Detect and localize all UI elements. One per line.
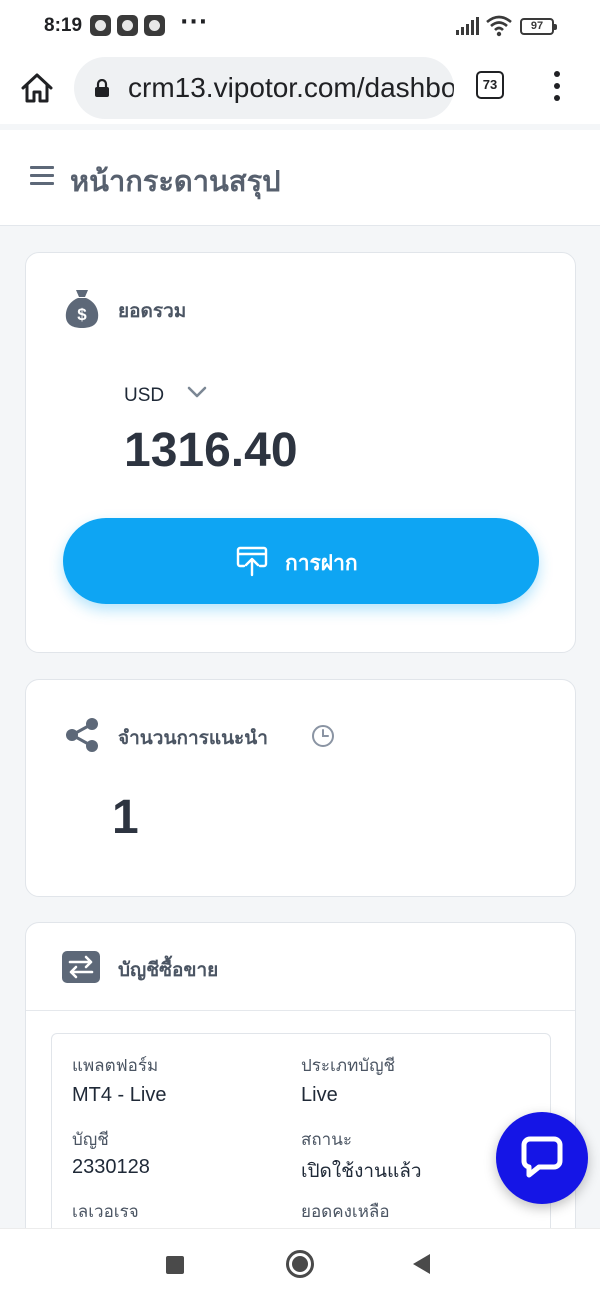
browser-toolbar: crm13.vipotor.com/dashboard 73 [0,54,600,124]
back-button[interactable] [413,1254,430,1274]
total-balance-card: $ ยอดรวม USD 1316.40 การฝาก [25,252,576,653]
home-icon[interactable] [18,69,56,107]
leverage-label: เลเวอเรจ [72,1202,139,1222]
browser-menu-icon[interactable] [548,71,566,103]
clock-icon[interactable] [311,724,335,748]
notification-icon [90,15,111,36]
total-balance-label: ยอดรวม [118,300,187,322]
address-bar[interactable]: crm13.vipotor.com/dashboard [74,57,454,119]
page-header: หน้ากระดานสรุป [0,130,600,226]
currency-selector-value[interactable]: USD [124,385,164,407]
trading-accounts-label: บัญชีซื้อขาย [118,959,219,981]
status-bar: 8:19 ··· 97 [0,0,600,54]
svg-text:$: $ [77,305,87,324]
notification-icon [144,15,165,36]
total-balance-amount: 1316.40 [124,424,298,477]
url-text: crm13.vipotor.com/dashboard [128,72,454,103]
platform-label: แพลตฟอร์ม [72,1056,159,1076]
more-notifications-icon: ··· [180,10,209,35]
deposit-button[interactable]: การฝาก [63,518,539,604]
referral-count-card: จำนวนการแนะนำ 1 [25,679,576,897]
menu-icon[interactable] [30,166,54,186]
notification-icon [117,15,138,36]
recent-apps-button[interactable] [166,1256,184,1274]
signal-icon [456,17,479,35]
account-type-label: ประเภทบัญชี [301,1056,396,1076]
status-time: 8:19 [44,15,83,36]
referral-count-label: จำนวนการแนะนำ [118,727,268,749]
tab-switcher-button[interactable]: 73 [476,71,504,99]
account-number-label: บัญชี [72,1130,109,1150]
home-button[interactable] [286,1250,314,1278]
system-nav-bar [0,1228,600,1300]
transfer-icon [62,951,100,983]
account-number-value: 2330128 [72,1156,150,1178]
status-value: เปิดใช้งานแล้ว [301,1160,422,1182]
trading-accounts-card: บัญชีซื้อขาย แพลตฟอร์ม ประเภทบัญชี MT4 -… [25,922,576,1252]
status-label: สถานะ [301,1130,352,1150]
platform-value: MT4 - Live [72,1084,167,1106]
deposit-icon [236,546,268,577]
deposit-button-label: การฝาก [285,551,358,575]
balance-label: ยอดคงเหลือ [301,1202,390,1222]
trading-account-item[interactable]: แพลตฟอร์ม ประเภทบัญชี MT4 - Live Live บั… [51,1033,551,1251]
referral-count-value: 1 [112,791,139,844]
share-icon [66,718,98,752]
chevron-down-icon[interactable] [186,384,208,400]
account-type-value: Live [301,1084,338,1106]
divider [26,1010,575,1011]
chat-bubble-icon [521,1136,563,1178]
live-chat-button[interactable] [496,1112,588,1204]
money-bag-icon: $ [65,290,99,328]
page-title: หน้ากระดานสรุป [70,164,281,198]
lock-icon [95,79,109,97]
wifi-icon [486,15,512,37]
battery-icon: 97 [520,18,557,35]
